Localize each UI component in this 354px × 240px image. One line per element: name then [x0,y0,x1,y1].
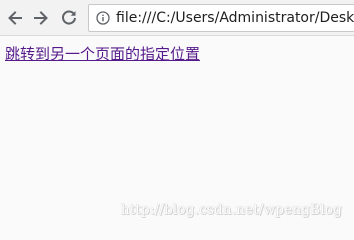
address-bar[interactable]: file:///C:/Users/Administrator/Desktop/ [88,4,354,32]
back-arrow-icon [8,11,22,25]
url-text: file:///C:/Users/Administrator/Desktop/ [116,10,354,26]
back-button[interactable] [4,7,26,29]
reload-button[interactable] [58,7,80,29]
forward-button[interactable] [30,7,52,29]
browser-toolbar: file:///C:/Users/Administrator/Desktop/ [0,0,354,36]
reload-icon [62,10,76,25]
jump-link[interactable]: 跳转到另一个页面的指定位置 [5,44,200,64]
page-content: 跳转到另一个页面的指定位置 http://blog.csdn.net/wpeng… [0,36,354,233]
forward-arrow-icon [34,11,48,25]
watermark-text: http://blog.csdn.net/wpengBlog [120,202,342,218]
info-icon[interactable] [96,11,110,25]
